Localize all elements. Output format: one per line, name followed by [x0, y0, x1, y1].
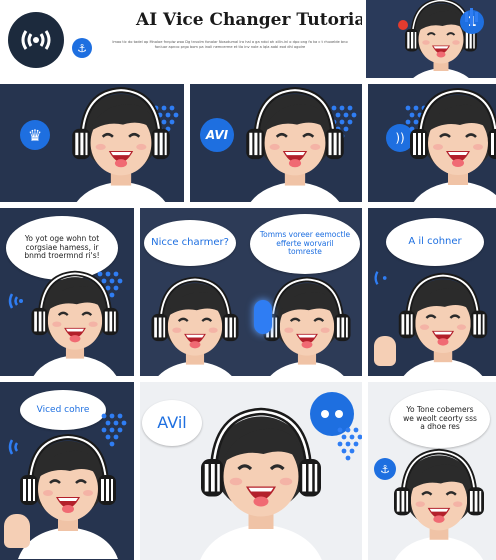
panel-r1-right: 1 [366, 0, 496, 78]
speech-bubble-right: Tomms voreer eemoctle efferte worvaril t… [250, 214, 360, 274]
character-illustration [140, 274, 250, 376]
speech-bubble: Yo Tone cobemers we weolt ceorty sss a d… [390, 390, 490, 448]
panel-r3-right: A il cohner [368, 208, 496, 376]
hand-wave-icon [4, 514, 30, 548]
panel-r4-left: Viced cohre [0, 382, 134, 560]
panel-r2-left: ♛ [0, 84, 184, 202]
panel-r4-right: Yo Tone cobemers we weolt ceorty sss a d… [368, 382, 496, 560]
character-illustration [20, 268, 130, 376]
character-illustration [398, 84, 496, 202]
character-illustration [386, 270, 496, 376]
sound-wave-icon [465, 8, 478, 26]
panel-r3-mid: Nicce charmer? Tomms voreer eemoctle eff… [140, 208, 362, 376]
ear-icon: ⚓ [72, 38, 92, 58]
panel-r2-mid: AVI [190, 84, 362, 202]
audio-wave-icon [21, 30, 51, 50]
hand-wave-icon [374, 336, 396, 366]
speech-bubble: A il cohner [386, 218, 484, 266]
dots-decoration [337, 427, 362, 461]
page-subtitle: Imao tic do tadel ap Mnoloe fnnpiw woo D… [112, 40, 348, 49]
panel-r2-right: )) [368, 84, 496, 202]
character-illustration [382, 446, 496, 560]
page-title: AI Vice Changer Tutorial [136, 10, 362, 30]
panel-r4-mid: AVil [140, 382, 362, 560]
speech-bubble-left: Nicce charmer? [144, 220, 236, 266]
trophy-icon: ♛ [20, 120, 50, 150]
mic-icon [398, 20, 408, 30]
app-logo [8, 12, 64, 68]
panel-r3-left: Yo yot oge wohn tot corgsiae hamess, ir … [0, 208, 134, 376]
avi-badge: AVI [200, 118, 234, 152]
character-illustration [230, 84, 360, 202]
character-illustration [186, 404, 336, 560]
mic-icon [254, 300, 272, 334]
speech-bubble: Viced cohre [20, 390, 106, 430]
header-panel: ⚓ AI Vice Changer Tutorial Imao tic do t… [0, 0, 362, 78]
character-illustration [56, 84, 184, 202]
